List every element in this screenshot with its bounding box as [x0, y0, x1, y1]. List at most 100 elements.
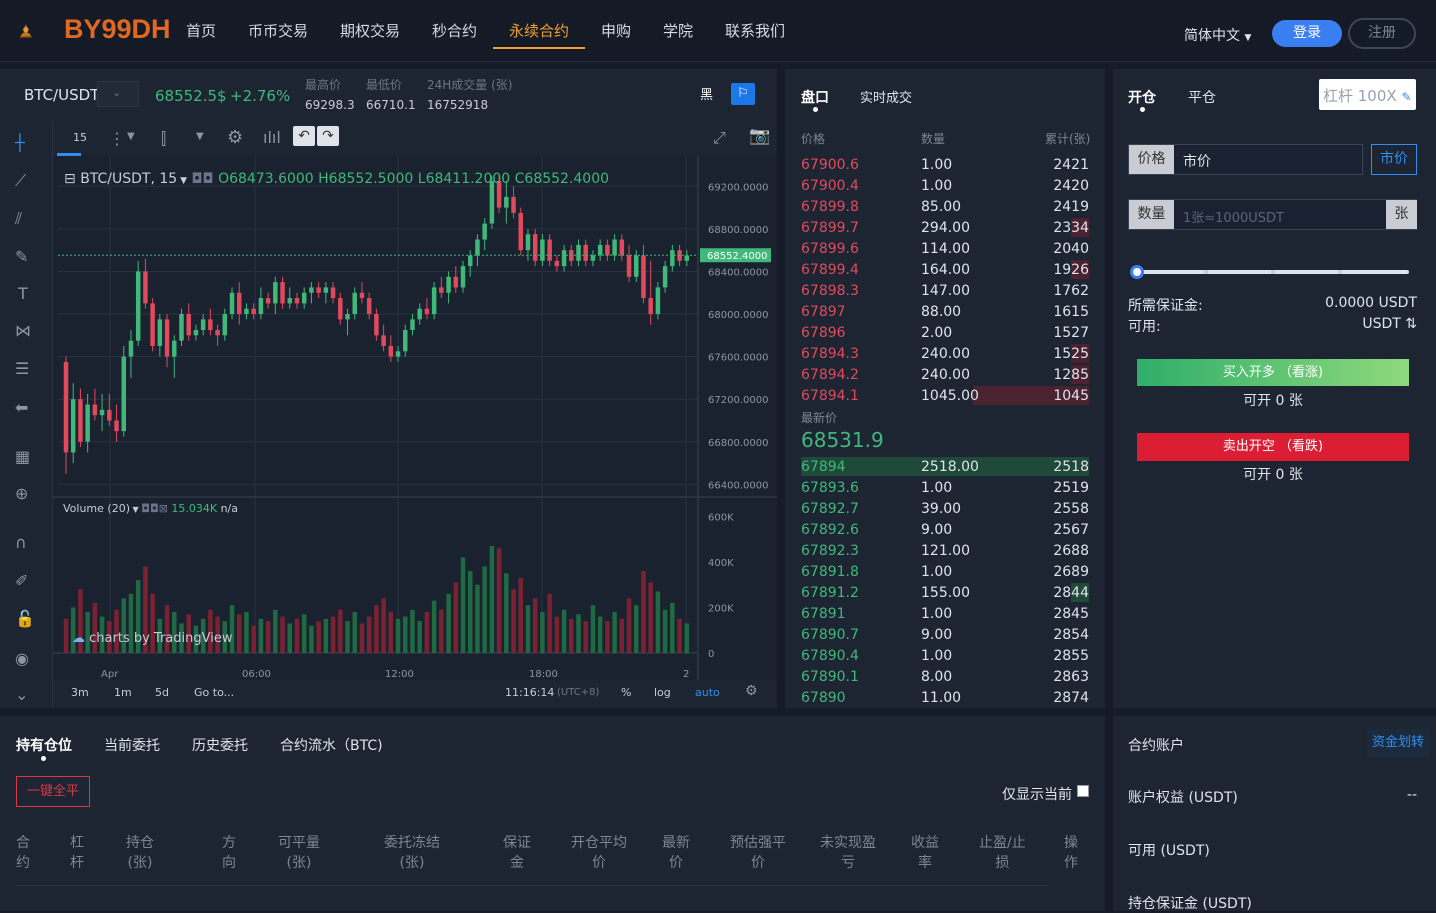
- orderbook-row[interactable]: 67894.2 240.00 1285: [785, 364, 1105, 385]
- pitchfork-icon[interactable]: ⫽: [15, 209, 22, 229]
- only-current-filter[interactable]: 仅显示当前: [1002, 784, 1089, 804]
- nav-options[interactable]: 期权交易: [340, 20, 400, 41]
- nav-contact[interactable]: 联系我们: [725, 20, 785, 41]
- theme-light-icon[interactable]: ⚐: [731, 83, 755, 105]
- legend-symbol[interactable]: BTC/USDT, 15: [80, 171, 177, 187]
- orderbook-row[interactable]: 67900.4 1.00 2420: [785, 175, 1105, 196]
- nav-subscribe[interactable]: 申购: [601, 20, 631, 41]
- caret-down-icon[interactable]: ▼: [177, 176, 187, 186]
- go-to-button[interactable]: Go to...: [194, 686, 234, 699]
- interval-select[interactable]: 15: [73, 131, 87, 144]
- tab-open-orders[interactable]: 当前委托: [104, 735, 160, 755]
- magnet-icon[interactable]: ∩: [15, 533, 27, 552]
- close-all-button[interactable]: 一键全平: [16, 776, 90, 807]
- amount-slider[interactable]: [1130, 265, 1409, 279]
- range-3m[interactable]: 3m: [71, 686, 89, 699]
- tab-open[interactable]: 开仓: [1128, 87, 1156, 107]
- orderbook-row[interactable]: 67892.3 121.00 2688: [785, 540, 1105, 561]
- price-input[interactable]: 价格 市价: [1128, 144, 1363, 175]
- leverage-select[interactable]: 杠杆 100X ✎: [1319, 79, 1416, 110]
- orderbook-row[interactable]: 67899.4 164.00 1926: [785, 259, 1105, 280]
- symbol-dropdown[interactable]: ⌄: [97, 81, 139, 107]
- nav-academy[interactable]: 学院: [663, 20, 693, 41]
- orderbook-row[interactable]: 67890.4 1.00 2855: [785, 645, 1105, 666]
- orderbook-row[interactable]: 67899.7 294.00 2334: [785, 217, 1105, 238]
- nav-spot[interactable]: 币币交易: [248, 20, 308, 41]
- tab-positions[interactable]: 持有仓位: [16, 735, 72, 755]
- logo-text[interactable]: BY99DH: [64, 14, 171, 45]
- language-select[interactable]: 简体中文 ▼: [1184, 25, 1251, 45]
- camera-icon[interactable]: 📷: [749, 126, 770, 146]
- fullscreen-icon[interactable]: ⤢: [713, 128, 726, 148]
- market-price-button[interactable]: 市价: [1371, 144, 1417, 175]
- logo-icon[interactable]: [18, 8, 64, 54]
- tab-close[interactable]: 平仓: [1188, 87, 1216, 107]
- orderbook-row[interactable]: 67891.8 1.00 2689: [785, 561, 1105, 582]
- login-button[interactable]: 登录: [1272, 20, 1342, 47]
- sell-short-button[interactable]: 卖出开空 （看跌): [1137, 433, 1409, 461]
- only-current-checkbox[interactable]: [1077, 785, 1089, 797]
- orderbook-row[interactable]: 67892.6 9.00 2567: [785, 519, 1105, 540]
- chevron-down-icon[interactable]: ⌄: [15, 685, 28, 704]
- caret-down-icon[interactable]: ▼: [130, 505, 141, 514]
- orderbook-row[interactable]: 67899.6 114.00 2040: [785, 238, 1105, 259]
- timezone[interactable]: (UTC+8): [557, 687, 599, 698]
- undo-icon[interactable]: ↶: [293, 126, 315, 146]
- tab-trades[interactable]: 实时成交: [860, 87, 912, 106]
- arrow-left-icon[interactable]: ⬅: [15, 398, 28, 417]
- orderbook-row[interactable]: 67890.7 9.00 2854: [785, 624, 1105, 645]
- orderbook-row[interactable]: 67892.7 39.00 2558: [785, 498, 1105, 519]
- candlestick-chart[interactable]: 69200.0000 68800.0000 68400.0000 68000.0000…: [53, 155, 777, 708]
- range-1m[interactable]: 1m: [114, 686, 132, 699]
- transfer-button[interactable]: 资金划转: [1367, 729, 1429, 757]
- candle-type-icon[interactable]: ⫿: [161, 129, 166, 149]
- legend-collapse-icon[interactable]: ⊟: [64, 171, 76, 187]
- slider-handle[interactable]: [1130, 265, 1144, 279]
- zoom-icon[interactable]: ⊕: [15, 484, 28, 503]
- nav-home[interactable]: 首页: [186, 20, 216, 41]
- tradingview-watermark[interactable]: ☁ charts by TradingView: [72, 631, 232, 646]
- tab-orderbook[interactable]: 盘口: [801, 87, 829, 107]
- pattern-icon[interactable]: ⋈: [15, 321, 31, 340]
- chart-settings-icon[interactable]: ⚙: [745, 683, 758, 699]
- log-toggle[interactable]: log: [654, 686, 671, 699]
- buy-long-button[interactable]: 买入开多 （看涨): [1137, 359, 1409, 386]
- orderbook-row[interactable]: 67893.6 1.00 2519: [785, 477, 1105, 498]
- caret-down-icon[interactable]: ▼: [127, 131, 135, 142]
- tab-contract-ledger[interactable]: 合约流水（BTC): [280, 735, 383, 755]
- quantity-input[interactable]: 数量 1张≈1000USDT 张: [1128, 199, 1417, 230]
- orderbook-row[interactable]: 67890 11.00 2874: [785, 687, 1105, 708]
- trendline-icon[interactable]: ⟋: [15, 171, 26, 191]
- settings-icon[interactable]: ⚙: [227, 127, 243, 148]
- register-button[interactable]: 注册: [1348, 18, 1416, 49]
- orderbook-row[interactable]: 67898.3 147.00 1762: [785, 280, 1105, 301]
- crosshair-icon[interactable]: ┼: [15, 133, 25, 152]
- fib-icon[interactable]: ☰: [15, 359, 29, 378]
- more-icon[interactable]: ⋮: [109, 129, 125, 148]
- unlock-icon[interactable]: 🔓: [15, 609, 35, 628]
- orderbook-row[interactable]: 67891.2 155.00 2844: [785, 582, 1105, 603]
- legend-eye-icon[interactable]: ◘◘: [191, 171, 218, 187]
- orderbook-row[interactable]: 67894.3 240.00 1525: [785, 343, 1105, 364]
- symbol-label[interactable]: BTC/USDT: [24, 86, 99, 104]
- orderbook-row[interactable]: 67897 88.00 1615: [785, 301, 1105, 322]
- orderbook-row[interactable]: 67891 1.00 2845: [785, 603, 1105, 624]
- percent-toggle[interactable]: %: [621, 686, 631, 699]
- caret-down-icon[interactable]: ▼: [196, 131, 204, 142]
- auto-toggle[interactable]: auto: [695, 686, 720, 699]
- tab-order-history[interactable]: 历史委托: [192, 735, 248, 755]
- eye-icon[interactable]: ◉: [15, 649, 29, 668]
- nav-second-contract[interactable]: 秒合约: [432, 20, 477, 41]
- volume-settings-icon[interactable]: ◘◘⊠: [141, 502, 171, 515]
- volume-legend-label[interactable]: Volume (20): [63, 502, 130, 515]
- measure-icon[interactable]: ▦: [15, 447, 30, 466]
- text-icon[interactable]: T: [18, 284, 28, 303]
- brush-icon[interactable]: ✎: [15, 247, 28, 266]
- lock-drawing-icon[interactable]: ✐: [15, 571, 28, 590]
- orderbook-row[interactable]: 67899.8 85.00 2419: [785, 196, 1105, 217]
- range-5d[interactable]: 5d: [155, 686, 169, 699]
- orderbook-row[interactable]: 67896 2.00 1527: [785, 322, 1105, 343]
- indicators-icon[interactable]: ılıl: [263, 128, 281, 147]
- theme-dark-toggle[interactable]: 黑: [700, 84, 713, 103]
- orderbook-row[interactable]: 67900.6 1.00 2421: [785, 154, 1105, 175]
